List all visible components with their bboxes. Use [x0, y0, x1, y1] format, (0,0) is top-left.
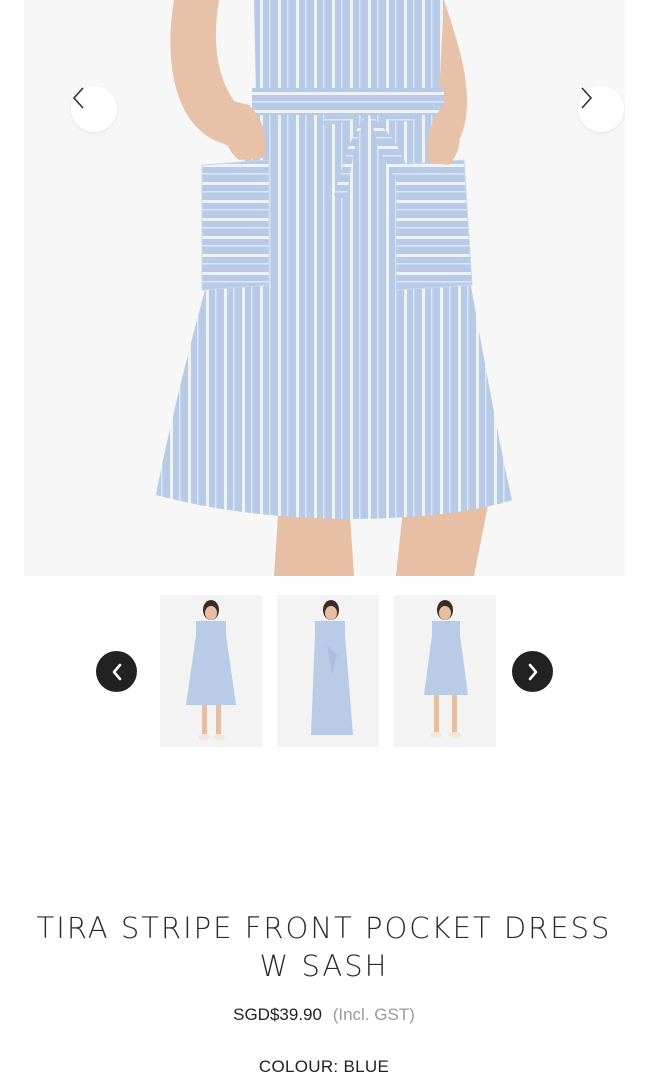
product-title: TIRA STRIPE FRONT POCKET DRESS W SASH: [20, 909, 628, 985]
colour-label: COLOUR:: [258, 1057, 339, 1076]
product-title-line-1: TIRA STRIPE FRONT POCKET DRESS: [36, 911, 612, 945]
thumbnail-next-button[interactable]: [512, 651, 553, 692]
price-tax-note: (Incl. GST): [332, 1005, 415, 1024]
colour-value: BLUE: [343, 1057, 390, 1076]
thumbnail-dress-side: [311, 600, 353, 735]
chevron-left-icon: [72, 87, 84, 109]
thumbnail-1[interactable]: [160, 595, 262, 747]
colour-row: COLOUR: BLUE: [0, 1057, 648, 1077]
chevron-right-icon: [528, 663, 537, 680]
main-product-image: [24, 0, 625, 576]
chevron-right-icon: [581, 87, 593, 109]
thumbnail-dress-walk: [424, 600, 468, 738]
product-price: SGD$39.90: [233, 1005, 322, 1024]
thumbnail-prev-button[interactable]: [96, 651, 137, 692]
chevron-left-icon: [112, 663, 121, 680]
price-row: SGD$39.90 (Incl. GST): [0, 1005, 648, 1025]
thumbnail-dress-front: [186, 600, 236, 740]
hero-prev-button[interactable]: [71, 86, 117, 132]
thumbnail-2[interactable]: [277, 595, 379, 747]
hero-next-button[interactable]: [578, 86, 624, 132]
thumbnail-3[interactable]: [394, 595, 496, 747]
dress-illustration: [156, 0, 512, 576]
product-title-line-2: W SASH: [259, 949, 389, 983]
